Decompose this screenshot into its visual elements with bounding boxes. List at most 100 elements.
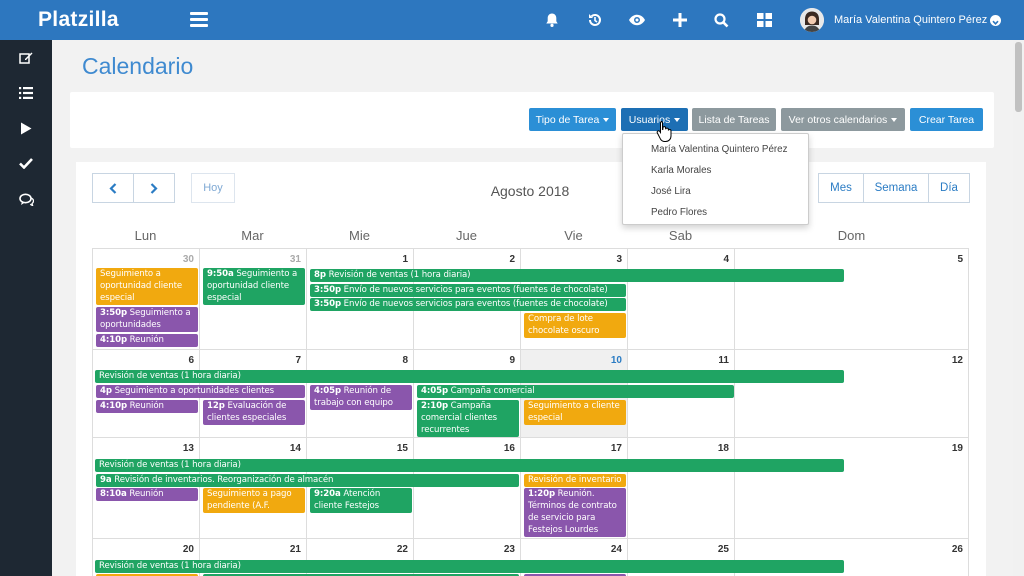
day-cell[interactable]: 18 (628, 438, 735, 539)
calendar-event[interactable]: 3:50p Envío de nuevos servicios para eve… (310, 298, 626, 311)
calendar-event[interactable]: 3:50p Envío de nuevos servicios para eve… (310, 284, 626, 297)
weekday-header: Mie (349, 228, 370, 243)
day-number: 11 (718, 355, 729, 366)
day-cell[interactable]: 4 (628, 249, 735, 350)
calendar-event[interactable]: Compra de lote chocolate oscuro (524, 313, 626, 338)
page-scrollbar[interactable] (1013, 40, 1024, 576)
user-name[interactable]: María Valentina Quintero Pérez (834, 14, 987, 26)
calendar-event[interactable]: 4:05p Reunión de trabajo con equipo (310, 385, 412, 410)
task-list-button[interactable]: Lista de Tareas (692, 108, 776, 131)
grid-icon[interactable] (754, 10, 774, 30)
event-title: Revisión de ventas (1 hora diaria) (328, 270, 471, 280)
caret-down-icon (674, 117, 681, 122)
event-title: Seguimiento a cliente especial (528, 401, 620, 423)
view-week-button[interactable]: Semana (863, 173, 929, 203)
prev-month-button[interactable] (92, 173, 134, 203)
search-icon[interactable] (711, 10, 731, 30)
event-time: 9:50a (207, 269, 234, 279)
list-icon[interactable] (0, 75, 52, 111)
dropdown-item-user[interactable]: José Lira (651, 186, 691, 197)
day-number: 5 (957, 254, 963, 265)
day-number: 7 (295, 355, 301, 366)
create-task-button[interactable]: Crear Tarea (910, 108, 983, 131)
calendar-event[interactable]: 1:20p Reunión. Términos de contrato de s… (524, 488, 626, 537)
day-cell[interactable]: 16 (414, 438, 521, 539)
users-button[interactable]: Usuarios (621, 108, 688, 131)
calendar-event[interactable]: Revisión de inventario (524, 474, 626, 487)
event-title: Seguimiento a pago pendiente (A.F. Lourd… (207, 489, 292, 511)
calendar-event[interactable]: Revisión de ventas (1 hora diaria) (95, 560, 844, 573)
chat-icon[interactable] (0, 181, 52, 217)
other-calendars-button[interactable]: Ver otros calendarios (781, 108, 905, 131)
scrollbar-thumb[interactable] (1015, 42, 1022, 112)
day-number: 15 (396, 443, 408, 454)
next-month-button[interactable] (133, 173, 175, 203)
calendar-event[interactable]: 4:10p Reunión semanal (96, 400, 198, 413)
calendar-event[interactable]: 4:05p Campaña comercial (417, 385, 734, 398)
hamburger-menu-icon[interactable] (190, 12, 208, 27)
calendar-event[interactable]: 4:10p Reunión semanal (96, 334, 198, 347)
plus-icon[interactable] (670, 10, 690, 30)
event-time: 2:10p (421, 401, 449, 411)
edit-icon[interactable] (0, 40, 52, 76)
calendar-event[interactable]: 8p Revisión de ventas (1 hora diaria) (310, 269, 844, 282)
event-title: Envío de nuevos servicios para eventos (… (343, 285, 608, 295)
calendar-event[interactable]: Seguimiento a oportunidad cliente especi… (96, 268, 198, 305)
calendar-event[interactable]: 9:50a Seguimiento a oportunidad cliente … (203, 268, 305, 305)
event-time: 3:50p (314, 285, 342, 295)
user-avatar[interactable] (800, 8, 824, 32)
event-time: 12p (207, 401, 225, 411)
event-title: Campaña comercial (450, 386, 535, 396)
play-icon[interactable] (0, 110, 52, 146)
day-cell[interactable]: 5 (735, 249, 969, 350)
event-title: Revisión de ventas (1 hora diaria) (99, 561, 241, 571)
day-number: 6 (188, 355, 194, 366)
day-number: 22 (396, 544, 408, 555)
chevron-down-icon[interactable] (990, 15, 1001, 26)
calendar-event[interactable]: 9:20a Atención cliente Festejos Lourdes (310, 488, 412, 513)
dropdown-item-user[interactable]: Pedro Flores (651, 207, 707, 218)
calendar-event[interactable]: 9a Revisión de inventarios. Reorganizaci… (96, 474, 519, 487)
view-day-button[interactable]: Día (928, 173, 970, 203)
dropdown-item-user[interactable]: Karla Morales (651, 165, 711, 176)
day-number: 30 (182, 254, 194, 265)
day-cell[interactable]: 19 (735, 438, 969, 539)
task-type-button[interactable]: Tipo de Tarea (529, 108, 616, 131)
calendar-event[interactable]: 2:10p Campaña comercial clientes recurre… (417, 400, 519, 437)
weekday-header: Jue (456, 228, 477, 243)
history-icon[interactable] (585, 10, 605, 30)
calendar-event[interactable]: Seguimiento a cliente especial (524, 400, 626, 425)
weekday-header: Sab (668, 228, 693, 243)
event-time: 4:05p (314, 386, 342, 396)
brand-logo[interactable]: Platzilla (38, 8, 119, 32)
event-time: 3:50p (314, 299, 342, 309)
caret-down-icon (891, 117, 898, 122)
day-number: 1 (402, 254, 408, 265)
event-time: 9a (100, 475, 112, 485)
bell-icon[interactable] (542, 10, 562, 30)
calendar-event[interactable]: 3:50p Seguimiento a oportunidades (96, 307, 198, 332)
check-icon[interactable] (0, 145, 52, 181)
eye-icon[interactable] (627, 10, 647, 30)
top-navbar: Platzilla María Valentina Quintero Pérez (0, 0, 1024, 40)
day-number: 26 (951, 544, 963, 555)
today-button[interactable]: Hoy (191, 173, 235, 203)
day-cell[interactable]: 12 (735, 350, 969, 438)
day-number: 12 (951, 355, 963, 366)
event-time: 4p (100, 386, 112, 396)
calendar-event[interactable]: Revisión de ventas (1 hora diaria) (95, 459, 844, 472)
weekday-header: Vie (564, 228, 583, 243)
view-month-button[interactable]: Mes (818, 173, 864, 203)
event-title: Revisión de inventario (528, 475, 622, 485)
caret-down-icon (603, 117, 610, 122)
calendar-event[interactable]: 8:10a Reunión semanal (96, 488, 198, 501)
calendar-event[interactable]: Revisión de ventas (1 hora diaria) (95, 370, 844, 383)
event-title: Revisión de ventas (1 hora diaria) (99, 460, 241, 470)
day-number: 25 (717, 544, 729, 555)
calendar-event[interactable]: 4p Seguimiento a oportunidades clientes … (96, 385, 305, 398)
task-type-label: Tipo de Tarea (535, 113, 600, 126)
calendar-event[interactable]: 12p Evaluación de clientes especiales (203, 400, 305, 425)
calendar-event[interactable]: Seguimiento a pago pendiente (A.F. Lourd… (203, 488, 305, 513)
day-number: 24 (610, 544, 622, 555)
event-title: Revisión de inventarios. Reorganización … (114, 475, 334, 485)
